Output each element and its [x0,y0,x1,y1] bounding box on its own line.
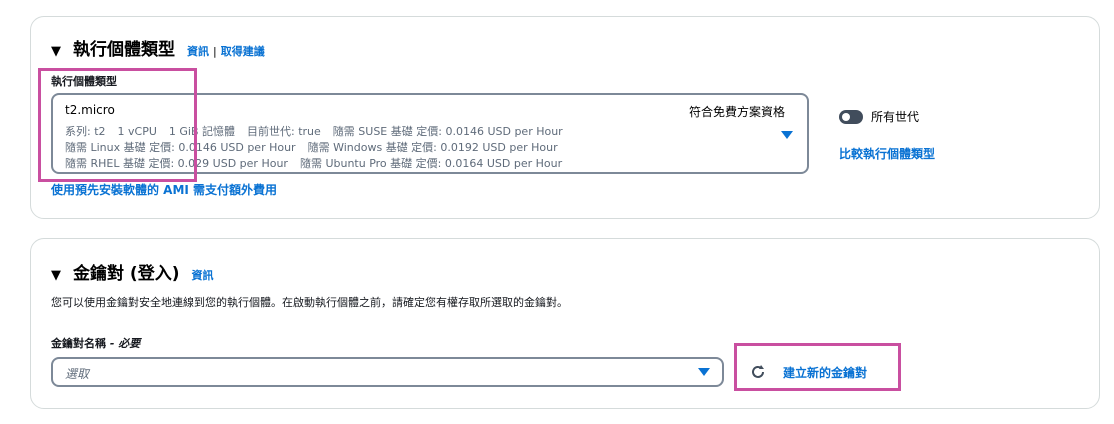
create-new-key-pair-link[interactable]: 建立新的金鑰對 [783,364,867,381]
all-generations-toggle[interactable] [839,110,863,124]
key-pair-placeholder: 選取 [65,367,90,381]
key-pair-select[interactable]: 選取 [51,357,724,387]
instance-type-header: ▼ 執行個體類型 資訊 | 取得建議 [51,35,265,60]
create-key-pair-button[interactable]: 建立新的金鑰對 [749,363,867,381]
key-pair-description: 您可以使用金鑰對安全地連線到您的執行個體。在啟動執行個體之前，請確定您有權存取所… [51,296,568,309]
instance-type-info-link[interactable]: 資訊 [187,43,209,59]
key-pair-header: ▼ 金鑰對 (登入) 資訊 [51,259,213,284]
dropdown-arrow-icon[interactable] [781,131,793,139]
key-pair-panel: ▼ 金鑰對 (登入) 資訊 您可以使用金鑰對安全地連線到您的執行個體。在啟動執行… [30,238,1100,409]
instance-details-line-1: 系列: t2 1 vCPU 1 GiB 記憶體 目前世代: true 隨需 SUSE 基… [65,125,563,138]
key-pair-title: 金鑰對 (登入) [73,264,180,284]
key-pair-field-label: 金鑰對名稱 - 必要 [51,337,141,350]
instance-type-title: 執行個體類型 [73,40,175,60]
selected-instance-name: t2.micro [65,103,115,117]
collapse-caret-icon[interactable]: ▼ [51,268,61,283]
dropdown-arrow-icon[interactable] [698,368,710,376]
refresh-icon[interactable] [749,363,767,381]
instance-details-line-2: 隨需 Linux 基礎 定價: 0.0146 USD per Hour 隨需 Wi… [65,141,558,154]
instance-type-select[interactable]: t2.micro 符合免費方案資格 系列: t2 1 vCPU 1 GiB 記憶體目… [51,93,809,174]
free-tier-badge: 符合免費方案資格 [688,105,785,119]
key-pair-info-link[interactable]: 資訊 [191,267,213,283]
instance-details-line-3: 隨需 RHEL 基礎 定價: 0.029 USD per Hour 隨需 Ubun… [65,157,563,170]
instance-type-field-label: 執行個體類型 [51,75,117,88]
all-generations-label: 所有世代 [871,110,920,124]
compare-instance-types-link[interactable]: 比較執行個體類型 [839,145,935,162]
link-divider: | [213,45,217,58]
instance-type-panel: ▼ 執行個體類型 資訊 | 取得建議 執行個體類型 t2.micro 符合免費方… [30,16,1100,219]
collapse-caret-icon[interactable]: ▼ [51,44,61,59]
get-advice-link[interactable]: 取得建議 [221,43,265,59]
ami-extra-cost-link[interactable]: 使用預先安裝軟體的 AMI 需支付額外費用 [51,181,277,198]
